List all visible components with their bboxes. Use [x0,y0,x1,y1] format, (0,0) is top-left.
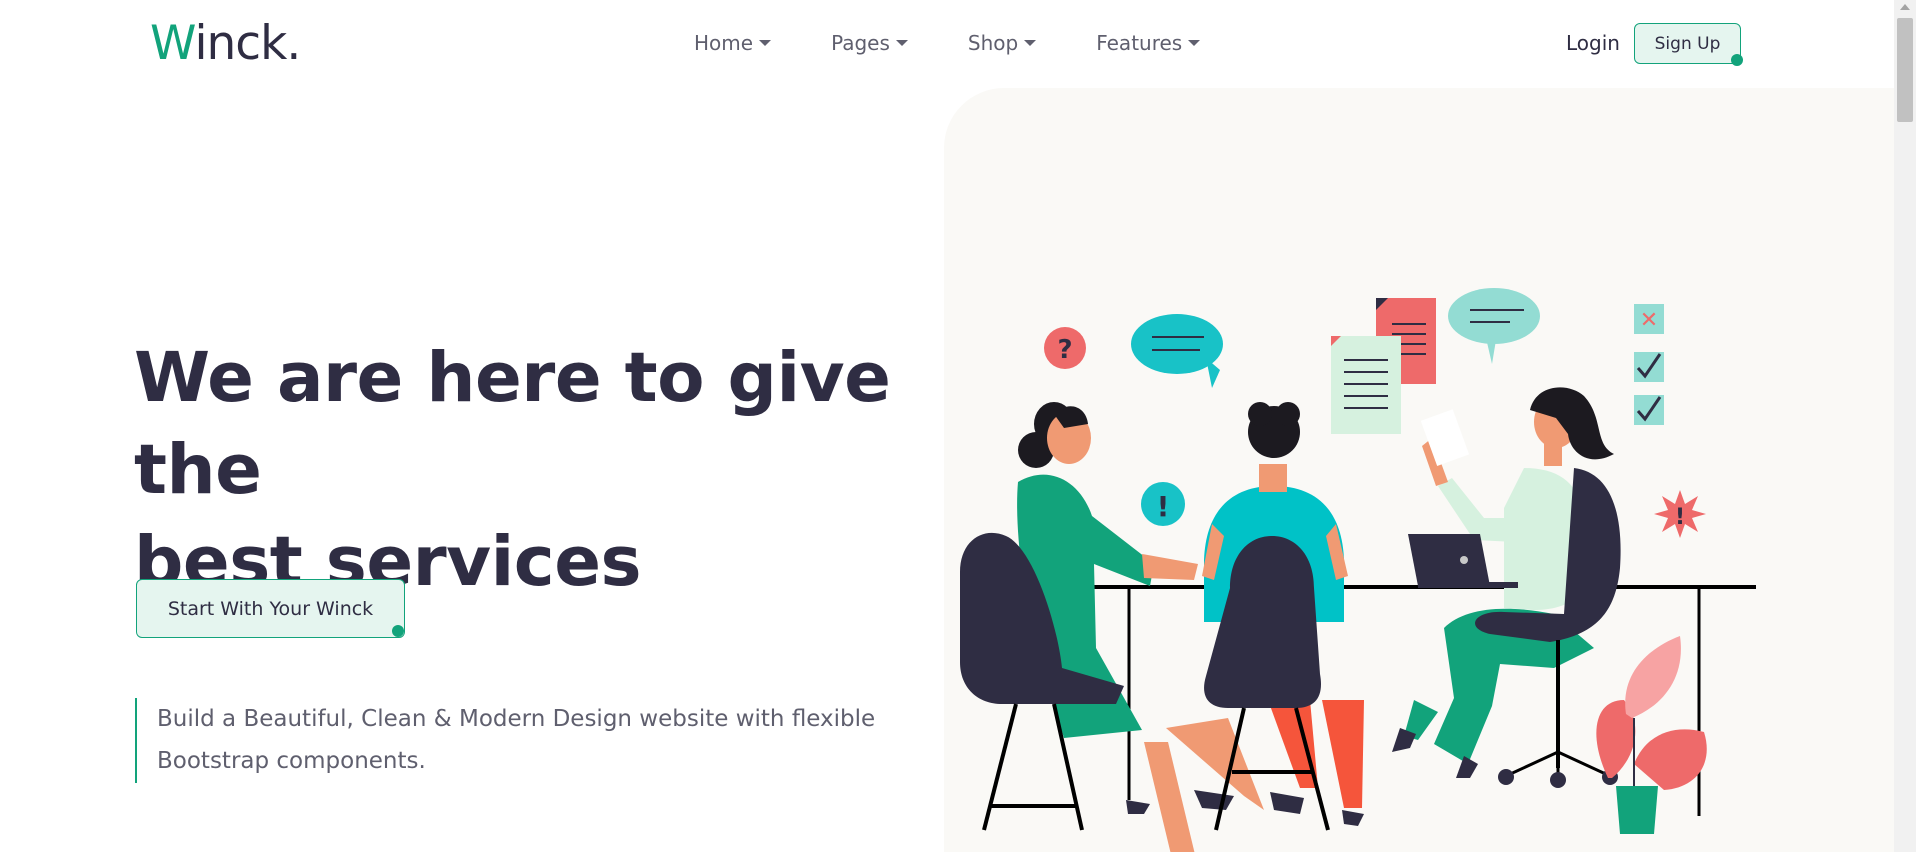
exclamation-mark: ! [1157,490,1170,523]
page-scrollbar[interactable] [1894,0,1916,852]
nav-label: Pages [831,31,890,55]
hero-title-line1: We are here to give the [134,338,891,510]
accent-dot [392,625,404,637]
lead-line2: Bootstrap components. [157,748,426,774]
cross-mark: ✕ [1640,308,1658,333]
question-icon: ? [1044,327,1086,369]
hero-lead-text: Build a Beautiful, Clean & Modern Design… [135,698,895,783]
lead-line1: Build a Beautiful, Clean & Modern Design… [157,706,876,732]
alert-star-icon: ! [1654,490,1706,538]
hero-title: We are here to give the best services [134,332,934,608]
alert-mark: ! [1675,505,1685,530]
checkbox-icon: ✕ [1634,304,1664,425]
nav-label: Features [1096,31,1183,55]
logo[interactable]: Winck. [150,14,301,74]
navbar: Winck. Home Pages Shop Features Login Si… [0,0,1894,88]
caret-down-icon [895,40,908,46]
signup-button[interactable]: Sign Up [1634,23,1743,66]
chat-bubble-icon [1131,314,1223,388]
signup-label: Sign Up [1654,33,1721,54]
laptop-icon [1408,534,1518,588]
chat-bubble-icon [1448,288,1540,364]
start-with-winck-button[interactable]: Start With Your Winck [136,579,405,638]
exclamation-icon: ! [1141,482,1185,526]
plant-icon [1596,636,1707,834]
nav-item-shop[interactable]: Shop [967,28,1037,58]
scroll-up-arrow-icon[interactable] [1900,4,1910,10]
cta-label: Start With Your Winck [167,597,374,620]
nav-label: Shop [967,31,1019,55]
team-meeting-illustration: ? ! ✕ ! [960,288,1756,852]
nav-item-features[interactable]: Features [1096,28,1201,58]
logo-text: inck. [194,16,301,71]
document-icon [1331,298,1436,434]
nav-item-home[interactable]: Home [694,28,772,58]
logo-initial: W [150,16,195,71]
question-mark: ? [1057,335,1072,365]
main-nav: Home Pages Shop Features [694,28,1260,58]
hero-illustration: ? ! ✕ ! [944,88,1894,852]
accent-dot [1731,54,1743,66]
caret-down-icon [1024,40,1037,46]
scroll-thumb[interactable] [1897,18,1913,122]
nav-label: Home [694,31,754,55]
login-link[interactable]: Login [1566,28,1620,58]
caret-down-icon [759,40,772,46]
caret-down-icon [1188,40,1201,46]
nav-item-pages[interactable]: Pages [831,28,908,58]
